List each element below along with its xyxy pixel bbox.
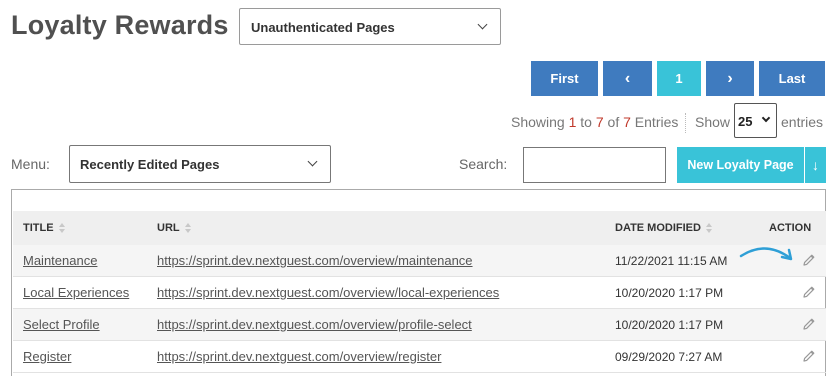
menu-select-value: Recently Edited Pages [80, 157, 220, 172]
pages-table: TITLE URL DATE MODIFIED ACTION Maintenan… [11, 189, 826, 376]
menu-select[interactable]: Recently Edited Pages [69, 145, 331, 183]
table-row: Local Experiences https://sprint.dev.nex… [13, 277, 826, 309]
row-title-link[interactable]: Select Profile [23, 317, 100, 332]
prev-page-button[interactable]: ‹ [603, 61, 652, 96]
row-url-link[interactable]: https://sprint.dev.nextguest.com/overvie… [157, 349, 441, 364]
entries-per-page-select[interactable]: 25 [734, 103, 777, 138]
show-label: Show [695, 114, 731, 130]
current-page-button[interactable]: 1 [657, 61, 701, 96]
column-action-header: ACTION [769, 222, 812, 234]
download-icon[interactable]: ↓ [805, 147, 826, 183]
next-page-button[interactable]: › [706, 61, 754, 96]
pencil-icon[interactable] [801, 284, 817, 300]
search-input[interactable] [523, 147, 666, 183]
pencil-icon[interactable] [801, 252, 817, 268]
pencil-icon[interactable] [801, 348, 817, 364]
row-url-link[interactable]: https://sprint.dev.nextguest.com/overvie… [157, 317, 472, 332]
chevron-down-icon [761, 113, 771, 123]
column-date-header[interactable]: DATE MODIFIED [615, 222, 712, 234]
new-loyalty-page-button[interactable]: New Loyalty Page [677, 147, 804, 183]
sort-icon [58, 223, 65, 233]
column-url-header[interactable]: URL [157, 222, 191, 234]
row-title-link[interactable]: Local Experiences [23, 285, 129, 300]
entries-summary: Showing 1 to 7 of 7 Entries [511, 114, 679, 130]
row-date: 10/20/2020 1:17 PM [615, 318, 724, 332]
page-type-select[interactable]: Unauthenticated Pages [239, 8, 501, 45]
page-type-value: Unauthenticated Pages [251, 20, 395, 35]
table-header: TITLE URL DATE MODIFIED ACTION [13, 211, 826, 245]
chevron-down-icon [477, 19, 488, 30]
entries-label: entries [781, 114, 824, 130]
chevron-down-icon [307, 156, 318, 167]
row-date: 09/29/2020 7:27 AM [615, 350, 723, 364]
curved-arrow-icon [739, 247, 793, 261]
column-title-header[interactable]: TITLE [23, 222, 65, 234]
sort-icon [705, 223, 712, 233]
row-title-link[interactable]: Register [23, 349, 71, 364]
last-page-button[interactable]: Last [759, 61, 825, 96]
table-row: Maintenance https://sprint.dev.nextguest… [13, 245, 826, 277]
entries-value: 25 [738, 114, 753, 129]
pencil-icon[interactable] [801, 316, 817, 332]
table-row: Register https://sprint.dev.nextguest.co… [13, 341, 826, 373]
page-title: Loyalty Rewards [11, 10, 229, 40]
search-label: Search: [459, 156, 508, 172]
row-url-link[interactable]: https://sprint.dev.nextguest.com/overvie… [157, 253, 473, 268]
divider [685, 113, 686, 133]
row-date: 11/22/2021 11:15 AM [615, 254, 728, 268]
sort-icon [184, 223, 191, 233]
table-row: Select Profile https://sprint.dev.nextgu… [13, 309, 826, 341]
row-date: 10/20/2020 1:17 PM [615, 286, 724, 300]
row-title-link[interactable]: Maintenance [23, 253, 97, 268]
row-url-link[interactable]: https://sprint.dev.nextguest.com/overvie… [157, 285, 499, 300]
menu-label: Menu: [11, 156, 50, 172]
first-page-button[interactable]: First [531, 61, 598, 96]
